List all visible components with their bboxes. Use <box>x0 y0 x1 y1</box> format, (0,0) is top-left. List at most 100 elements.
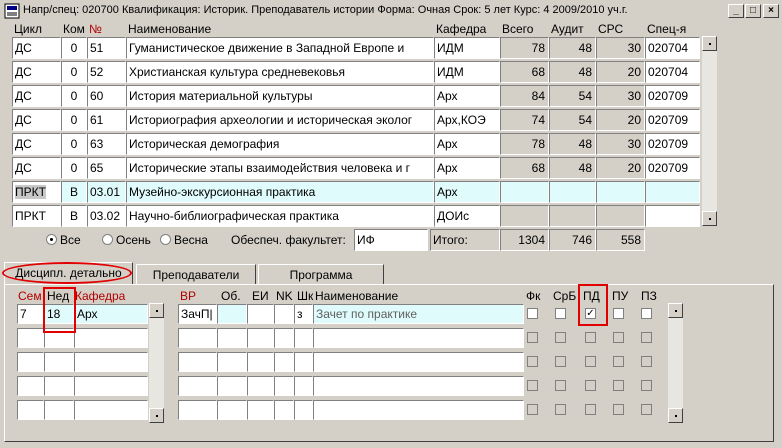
radio-autumn[interactable] <box>102 234 113 245</box>
check-pz[interactable] <box>641 332 652 343</box>
cell-aud[interactable] <box>549 181 596 203</box>
right-scrollbar[interactable] <box>668 303 683 423</box>
cell-ob[interactable] <box>217 376 247 396</box>
cell-ei[interactable] <box>247 352 274 372</box>
cell-number[interactable]: 60 <box>87 85 126 107</box>
grid-scrollbar[interactable] <box>702 36 717 226</box>
check-pz[interactable] <box>641 404 652 415</box>
cell-shk[interactable] <box>294 400 313 420</box>
check-fk[interactable] <box>527 404 538 415</box>
cell-shk[interactable] <box>294 376 313 396</box>
cell-name[interactable]: Историческая демография <box>126 133 434 155</box>
cell-aud[interactable]: 48 <box>549 37 596 59</box>
cell-control-name[interactable] <box>313 400 524 420</box>
cell-aud[interactable]: 48 <box>549 157 596 179</box>
cell-dept[interactable]: Арх <box>434 181 500 203</box>
cell-spec[interactable]: 020709 <box>645 157 700 179</box>
tab-teachers[interactable]: Преподаватели <box>136 264 256 285</box>
check-srb[interactable] <box>555 404 566 415</box>
radio-all[interactable] <box>46 234 57 245</box>
cell-vr[interactable] <box>178 400 217 420</box>
left-scrollbar[interactable] <box>149 303 164 423</box>
cell-number[interactable]: 03.02 <box>87 205 126 227</box>
cell-vr[interactable] <box>178 328 217 348</box>
cell-spec[interactable]: 020704 <box>645 61 700 83</box>
cell-number[interactable]: 51 <box>87 37 126 59</box>
cell-name[interactable]: Исторические этапы взаимодействия челове… <box>126 157 434 179</box>
check-pd[interactable] <box>585 332 596 343</box>
cell-ob[interactable] <box>217 304 247 324</box>
check-fk[interactable] <box>527 356 538 367</box>
check-pz[interactable] <box>641 380 652 391</box>
left-scroll-down[interactable] <box>149 408 164 423</box>
cell-cycle[interactable]: ПРКТ <box>12 181 61 203</box>
cell-total[interactable]: 78 <box>500 37 549 59</box>
cell-srs[interactable]: 30 <box>596 85 645 107</box>
cell-aud[interactable]: 54 <box>549 85 596 107</box>
check-pu[interactable] <box>613 404 624 415</box>
cell-kom[interactable]: 0 <box>61 157 87 179</box>
check-srb[interactable] <box>555 356 566 367</box>
cell-ob[interactable] <box>217 400 247 420</box>
check-fk[interactable] <box>527 380 538 391</box>
cell-left-dept[interactable] <box>74 352 148 372</box>
cell-ei[interactable] <box>247 376 274 396</box>
cell-number[interactable]: 03.01 <box>87 181 126 203</box>
cell-shk[interactable] <box>294 328 313 348</box>
cell-number[interactable]: 65 <box>87 157 126 179</box>
cell-number[interactable]: 61 <box>87 109 126 131</box>
check-fk[interactable] <box>527 308 538 319</box>
cell-vr[interactable] <box>178 352 217 372</box>
cell-total[interactable]: 84 <box>500 85 549 107</box>
check-pu[interactable] <box>613 332 624 343</box>
cell-shk[interactable]: з <box>294 304 313 324</box>
cell-ob[interactable] <box>217 328 247 348</box>
cell-control-name[interactable] <box>313 352 524 372</box>
check-pu[interactable] <box>613 308 624 319</box>
cell-srs[interactable]: 20 <box>596 61 645 83</box>
scroll-down-button[interactable] <box>702 211 717 226</box>
cell-ei[interactable] <box>247 400 274 420</box>
cell-name[interactable]: Гуманистическое движение в Западной Евро… <box>126 37 434 59</box>
cell-cycle[interactable]: ДС <box>12 157 61 179</box>
cell-cycle[interactable]: ПРКТ <box>12 205 61 227</box>
cell-srs[interactable]: 30 <box>596 133 645 155</box>
cell-srs[interactable] <box>596 181 645 203</box>
check-pd[interactable] <box>585 356 596 367</box>
cell-control-name[interactable] <box>313 376 524 396</box>
cell-name[interactable]: Научно-библиографическая практика <box>126 205 434 227</box>
cell-dept[interactable]: Арх <box>434 157 500 179</box>
cell-dept[interactable]: Арх <box>434 85 500 107</box>
cell-name[interactable]: История материальной культуры <box>126 85 434 107</box>
cell-name[interactable]: Музейно-экскурсионная практика <box>126 181 434 203</box>
faculty-field[interactable]: ИФ <box>354 229 428 251</box>
cell-ob[interactable] <box>217 352 247 372</box>
check-pd[interactable] <box>585 380 596 391</box>
cell-left-dept[interactable] <box>74 376 148 396</box>
cell-nk[interactable] <box>274 352 294 372</box>
cell-aud[interactable] <box>549 205 596 227</box>
cell-ned[interactable] <box>44 352 74 372</box>
cell-total[interactable]: 68 <box>500 61 549 83</box>
cell-vr[interactable] <box>178 376 217 396</box>
cell-vr[interactable]: ЗачП| <box>178 304 217 324</box>
cell-total[interactable]: 68 <box>500 157 549 179</box>
cell-sem[interactable] <box>17 352 44 372</box>
left-scroll-up[interactable] <box>149 303 164 318</box>
cell-spec[interactable]: 020709 <box>645 85 700 107</box>
cell-nk[interactable] <box>274 400 294 420</box>
right-scroll-up[interactable] <box>668 303 683 318</box>
cell-nk[interactable] <box>274 328 294 348</box>
check-srb[interactable] <box>555 332 566 343</box>
tab-program[interactable]: Программа <box>258 264 384 285</box>
cell-cycle[interactable]: ДС <box>12 109 61 131</box>
cell-ned[interactable] <box>44 400 74 420</box>
cell-aud[interactable]: 48 <box>549 61 596 83</box>
cell-aud[interactable]: 54 <box>549 109 596 131</box>
cell-sem[interactable] <box>17 400 44 420</box>
check-pu[interactable] <box>613 380 624 391</box>
cell-number[interactable]: 63 <box>87 133 126 155</box>
cell-kom[interactable]: 0 <box>61 109 87 131</box>
minimize-button[interactable]: _ <box>728 4 744 18</box>
right-scroll-down[interactable] <box>668 408 683 423</box>
